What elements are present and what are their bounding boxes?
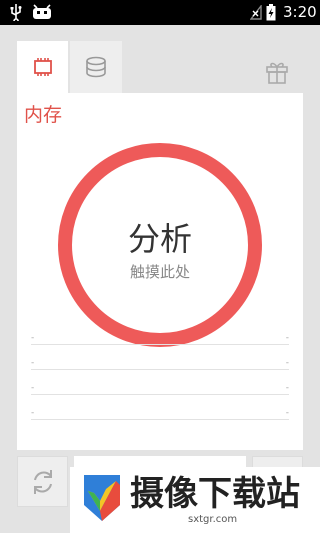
refresh-button[interactable] [17,456,68,507]
memory-row-value: - [285,333,289,343]
memory-row: - - [31,383,289,395]
watermark-logo-icon [76,471,128,529]
watermark: 摄像下载站 sxtgr.com [70,467,320,533]
android-bot-icon [32,4,52,24]
memory-row-value: - [285,383,289,393]
clock: 3:20 [283,3,317,21]
memory-row-label: - [31,408,35,418]
memory-row-label: - [31,383,35,393]
memory-row-value: - [285,408,289,418]
battery-charging-icon [266,4,276,25]
memory-row-label: - [31,333,35,343]
analyze-label: 分析 [127,220,192,258]
memory-row-value: - [285,358,289,368]
watermark-text: 摄像下载站 [130,474,300,514]
memory-panel: 内存 分析 触摸此处 - - - - - - - - [17,93,303,450]
analyze-button[interactable]: 分析 触摸此处 [58,143,262,347]
analyze-hint: 触摸此处 [129,263,190,281]
usb-icon [10,4,22,25]
watermark-url: sxtgr.com [188,514,238,525]
tab-storage[interactable] [70,41,122,93]
memory-row: - - [31,333,289,345]
memory-row: - - [31,408,289,420]
tab-memory[interactable] [17,41,68,93]
no-signal-icon [249,3,262,24]
gift-icon[interactable] [264,59,290,89]
memory-row-label: - [31,358,35,368]
status-bar: 3:20 [0,0,320,25]
memory-row: - - [31,358,289,370]
section-title: 内存 [24,104,63,126]
